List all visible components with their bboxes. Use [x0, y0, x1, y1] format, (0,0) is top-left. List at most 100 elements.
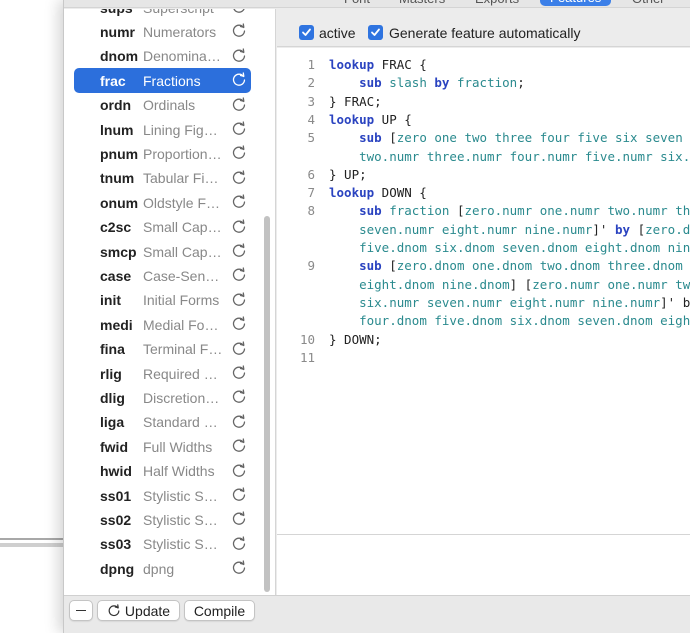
refresh-icon[interactable] — [231, 121, 247, 137]
feature-item-medi[interactable]: mediMedial Forms — [74, 312, 251, 337]
feature-item-onum[interactable]: onumOldstyle Figures — [74, 190, 251, 215]
refresh-icon[interactable] — [231, 72, 247, 88]
refresh-icon[interactable] — [231, 365, 247, 381]
code-keyword: sub — [359, 258, 382, 273]
checkmark-icon — [370, 27, 381, 38]
feature-item-dpng[interactable]: dpngdpng — [74, 556, 251, 581]
feature-item-fina[interactable]: finaTerminal Forms — [74, 337, 251, 362]
code-glyph-name: zero one two three four five six seven — [397, 130, 683, 145]
code-text: DOWN { — [374, 185, 427, 200]
feature-item-sups[interactable]: supsSuperscript — [74, 9, 251, 20]
refresh-icon[interactable] — [231, 292, 247, 308]
refresh-icon[interactable] — [231, 463, 247, 479]
update-button[interactable]: Update — [97, 600, 180, 621]
tab-font[interactable]: Font — [344, 0, 370, 6]
code-glyph-name: zero.numr one.numr two.numr th — [465, 203, 690, 218]
refresh-icon[interactable] — [231, 219, 247, 235]
code-text — [329, 149, 359, 164]
refresh-icon[interactable] — [231, 511, 247, 527]
feature-item-numr[interactable]: numr Numerators — [74, 19, 251, 44]
refresh-icon[interactable] — [231, 438, 247, 454]
generate-automatically-checkbox[interactable] — [368, 25, 383, 40]
feature-item-ordn[interactable]: ordnOrdinals — [74, 93, 251, 118]
code-keyword: by — [615, 222, 630, 237]
refresh-icon[interactable] — [231, 243, 247, 259]
tab-masters[interactable]: Masters — [399, 0, 445, 6]
refresh-icon[interactable] — [231, 487, 247, 503]
desktop-divider-shadow — [0, 543, 64, 547]
code-text — [329, 130, 359, 145]
refresh-icon[interactable] — [231, 316, 247, 332]
feature-code-editor[interactable]: 1lookup FRAC {2 sub slash by fraction;3}… — [277, 48, 690, 534]
refresh-icon[interactable] — [231, 267, 247, 283]
feature-item-init[interactable]: initInitial Forms — [74, 288, 251, 313]
code-text: [ — [382, 130, 397, 145]
feature-item-case[interactable]: case Case-Sensitive Forms — [74, 263, 251, 288]
feature-item-liga[interactable]: ligaStandard Ligatures — [74, 410, 251, 435]
feature-tag: numr — [100, 24, 135, 40]
code-glyph-name: two.numr three.numr four.numr five.numr … — [359, 149, 690, 164]
feature-item-rlig[interactable]: rligRequired Ligatures — [74, 361, 251, 386]
feature-item-ss02[interactable]: ss02Stylistic Set 2 — [74, 507, 251, 532]
refresh-icon[interactable] — [231, 48, 247, 64]
code-line: lookup DOWN { — [329, 185, 427, 200]
feature-item-dlig[interactable]: dlig Discretionary Ligatures — [74, 385, 251, 410]
refresh-icon[interactable] — [231, 23, 247, 39]
feature-name: Ordinals — [143, 97, 223, 113]
line-number: 11 — [277, 350, 315, 365]
feature-tag: liga — [100, 414, 124, 430]
feature-name: Discretionary Ligatures — [143, 390, 223, 406]
feature-tag: dlig — [100, 390, 125, 406]
feature-item-lnum[interactable]: lnum Lining Figures — [74, 117, 251, 142]
tab-exports[interactable]: Exports — [475, 0, 519, 6]
feature-item-fwid[interactable]: fwidFull Widths — [74, 434, 251, 459]
feature-item-tnum[interactable]: tnumTabular Figures — [74, 166, 251, 191]
feature-item-smcp[interactable]: smcpSmall Capitals — [74, 239, 251, 264]
feature-name: Half Widths — [143, 463, 223, 479]
feature-name: Lining Figures — [143, 122, 223, 138]
generate-automatically-label: Generate feature automatically — [389, 25, 580, 41]
feature-name: Case-Sensitive Forms — [143, 268, 223, 284]
compile-button[interactable]: Compile — [184, 600, 255, 621]
feature-item-hwid[interactable]: hwidHalf Widths — [74, 459, 251, 484]
line-number: 2 — [277, 75, 315, 90]
feature-item-ss03[interactable]: ss03Stylistic Set 3 — [74, 532, 251, 557]
feature-item-pnum[interactable]: pnumProportional Figures — [74, 141, 251, 166]
tab-features[interactable]: Features — [540, 0, 611, 6]
feature-tag: lnum — [100, 122, 133, 138]
refresh-icon[interactable] — [231, 389, 247, 405]
line-number: 10 — [277, 332, 315, 347]
refresh-icon[interactable] — [231, 536, 247, 552]
refresh-icon[interactable] — [231, 9, 247, 15]
code-line: lookup UP { — [329, 112, 412, 127]
code-line: } UP; — [329, 167, 367, 182]
code-text: [ — [382, 258, 397, 273]
code-text: } DOWN; — [329, 332, 382, 347]
active-checkbox[interactable] — [299, 25, 314, 40]
refresh-icon[interactable] — [231, 341, 247, 357]
line-number: 8 — [277, 203, 315, 218]
refresh-icon[interactable] — [231, 414, 247, 430]
tab-other[interactable]: Other — [632, 0, 665, 6]
refresh-icon — [107, 604, 121, 618]
refresh-icon[interactable] — [231, 560, 247, 576]
feature-item-c2sc[interactable]: c2scSmall Capitals From Capitals — [74, 215, 251, 240]
sidebar-scrollbar[interactable] — [260, 9, 274, 595]
feature-tag: case — [100, 268, 131, 284]
refresh-icon[interactable] — [231, 170, 247, 186]
line-number: 9 — [277, 258, 315, 273]
feature-item-frac[interactable]: fracFractions — [74, 68, 251, 93]
code-keyword: lookup — [329, 185, 374, 200]
notes-pane[interactable] — [277, 534, 690, 595]
remove-feature-button[interactable] — [69, 600, 93, 621]
sidebar-scrollbar-thumb[interactable] — [264, 216, 270, 592]
feature-name: Numerators — [143, 24, 223, 40]
refresh-icon[interactable] — [231, 145, 247, 161]
refresh-icon[interactable] — [231, 97, 247, 113]
feature-item-dnom[interactable]: dnomDenominators — [74, 44, 251, 69]
minus-icon — [76, 610, 86, 612]
code-line: four.dnom five.dnom six.dnom seven.dnom … — [329, 313, 690, 328]
code-text: } UP; — [329, 167, 367, 182]
refresh-icon[interactable] — [231, 194, 247, 210]
feature-item-ss01[interactable]: ss01Stylistic Set 1 — [74, 483, 251, 508]
